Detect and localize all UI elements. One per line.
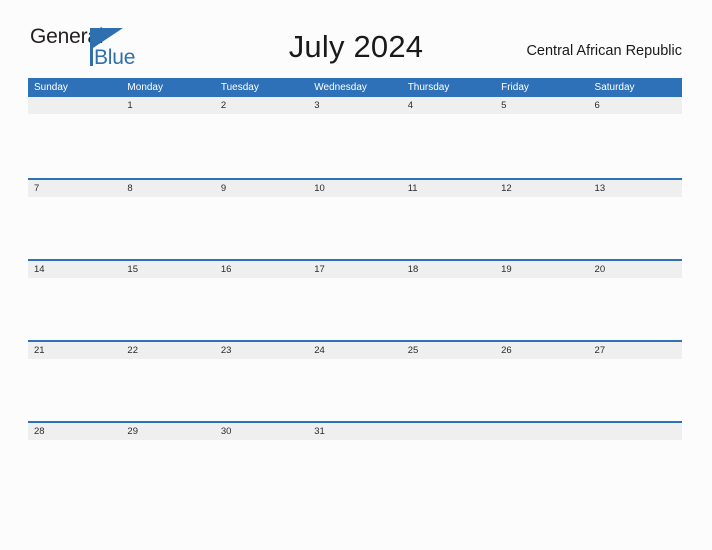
calendar-day-cell[interactable]: 22 <box>121 342 214 359</box>
calendar-week-row: 14 15 16 17 18 19 20 <box>28 259 682 340</box>
calendar-day-cell[interactable]: 15 <box>121 261 214 278</box>
calendar-day-cell[interactable]: 16 <box>215 261 308 278</box>
weekday-header-tuesday: Tuesday <box>220 82 259 93</box>
calendar-day-cell[interactable]: 31 <box>308 423 401 440</box>
calendar-day-cell[interactable]: 4 <box>402 97 495 114</box>
calendar-day-cell[interactable] <box>495 423 588 440</box>
calendar-day-cell[interactable]: 25 <box>402 342 495 359</box>
calendar-day-cell[interactable] <box>28 97 121 114</box>
weekday-header-sunday: Sunday <box>34 82 68 93</box>
calendar-date-band: 14 15 16 17 18 19 20 <box>28 261 682 278</box>
calendar-day-cell[interactable]: 26 <box>495 342 588 359</box>
calendar-date-band: 28 29 30 31 <box>28 423 682 440</box>
weekday-header-saturday: Saturday <box>594 82 635 93</box>
calendar-day-cell[interactable]: 10 <box>308 180 401 197</box>
weekday-header-friday: Friday <box>501 82 529 93</box>
calendar-week-row: 28 29 30 31 <box>28 421 682 502</box>
calendar-day-cell[interactable]: 9 <box>215 180 308 197</box>
calendar-date-band: 1 2 3 4 5 6 <box>28 97 682 114</box>
calendar-day-cell[interactable]: 5 <box>495 97 588 114</box>
calendar-day-cell[interactable]: 13 <box>589 180 682 197</box>
calendar-day-cell[interactable]: 19 <box>495 261 588 278</box>
calendar-day-cell[interactable]: 11 <box>402 180 495 197</box>
calendar-day-cell[interactable]: 20 <box>589 261 682 278</box>
calendar-date-band: 21 22 23 24 25 26 27 <box>28 342 682 359</box>
calendar-day-cell[interactable]: 12 <box>495 180 588 197</box>
calendar-weekday-header: Sunday Monday Tuesday Wednesday Thursday… <box>28 78 682 97</box>
calendar-day-cell[interactable]: 6 <box>589 97 682 114</box>
calendar-day-cell[interactable] <box>402 423 495 440</box>
calendar-date-band: 7 8 9 10 11 12 13 <box>28 180 682 197</box>
calendar-day-cell[interactable]: 21 <box>28 342 121 359</box>
page-header: General Blue July 2024 Central African R… <box>0 0 712 76</box>
weekday-header-monday: Monday <box>127 82 163 93</box>
calendar-day-cell[interactable] <box>589 423 682 440</box>
calendar-day-cell[interactable]: 28 <box>28 423 121 440</box>
calendar-week-row: 21 22 23 24 25 26 27 <box>28 340 682 421</box>
calendar-day-cell[interactable]: 1 <box>121 97 214 114</box>
weekday-header-thursday: Thursday <box>407 82 450 93</box>
calendar-day-cell[interactable]: 30 <box>215 423 308 440</box>
weekday-header-wednesday: Wednesday <box>314 82 367 93</box>
calendar-day-cell[interactable]: 14 <box>28 261 121 278</box>
calendar-day-cell[interactable]: 29 <box>121 423 214 440</box>
calendar-week-row: 7 8 9 10 11 12 13 <box>28 178 682 259</box>
calendar-day-cell[interactable]: 8 <box>121 180 214 197</box>
calendar-week-row: 1 2 3 4 5 6 <box>28 97 682 178</box>
calendar-day-cell[interactable]: 27 <box>589 342 682 359</box>
calendar-day-cell[interactable]: 7 <box>28 180 121 197</box>
calendar-day-cell[interactable]: 18 <box>402 261 495 278</box>
calendar-day-cell[interactable]: 3 <box>308 97 401 114</box>
calendar-day-cell[interactable]: 17 <box>308 261 401 278</box>
locale-label: Central African Republic <box>526 43 682 59</box>
calendar-day-cell[interactable]: 24 <box>308 342 401 359</box>
calendar-table: Sunday Monday Tuesday Wednesday Thursday… <box>28 78 682 502</box>
calendar-day-cell[interactable]: 2 <box>215 97 308 114</box>
calendar-day-cell[interactable]: 23 <box>215 342 308 359</box>
